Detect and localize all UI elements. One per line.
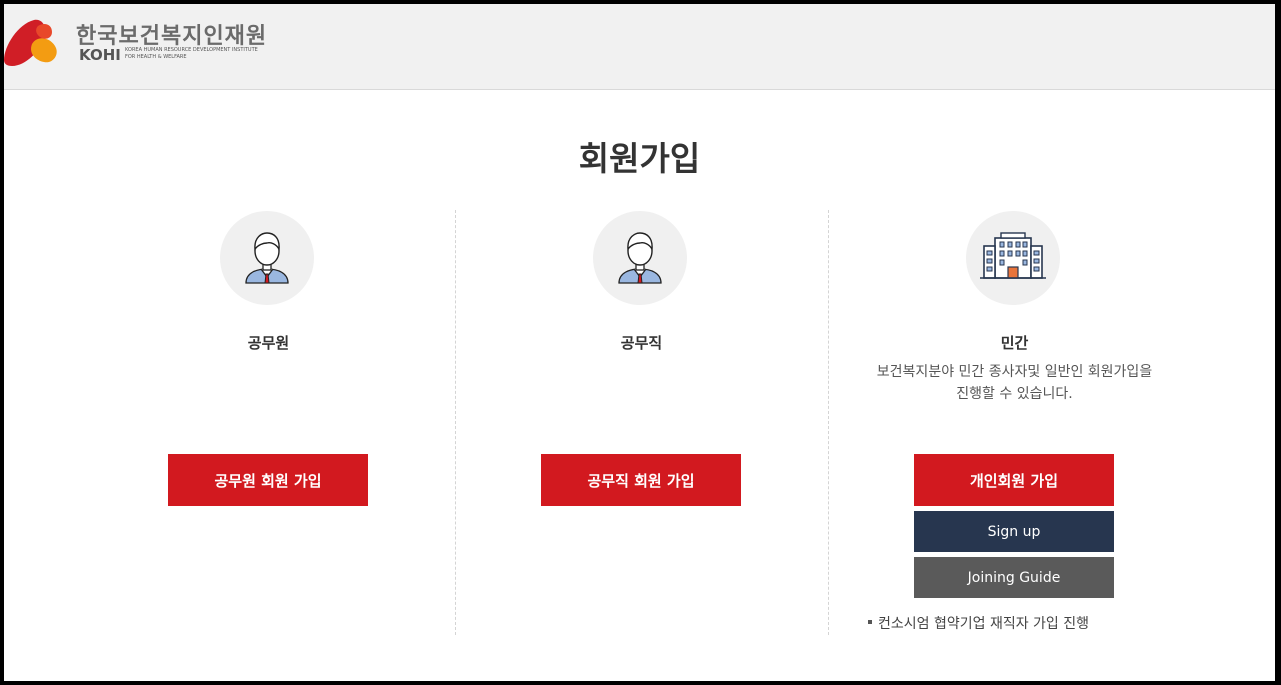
column-description: 보건복지분야 민간 종사자및 일반인 회원가입을 진행할 수 있습니다. <box>828 361 1201 405</box>
public-official-signup-button[interactable]: 공무원 회원 가입 <box>168 454 368 506</box>
member-type-public-service-worker: 공무직 공무직 회원 가입 <box>455 210 828 640</box>
individual-member-signup-button[interactable]: 개인회원 가입 <box>914 454 1114 506</box>
logo-subtitle-line2: FOR HEALTH & WELFARE <box>125 54 187 60</box>
site-header: 한국보건복지인재원 KOHI KOREA HUMAN RESOURCE DEVE… <box>4 4 1275 90</box>
description-line1: 보건복지분야 민간 종사자및 일반인 회원가입을 <box>876 364 1153 380</box>
member-type-private: 민간 보건복지분야 민간 종사자및 일반인 회원가입을 진행할 수 있습니다. … <box>828 210 1201 640</box>
column-title: 민간 <box>1000 334 1029 352</box>
person-icon <box>593 211 687 305</box>
person-icon <box>220 211 314 305</box>
logo-english-subtitle: KOREA HUMAN RESOURCE DEVELOPMENT INSTITU… <box>125 47 258 61</box>
public-service-worker-signup-button[interactable]: 공무직 회원 가입 <box>541 454 741 506</box>
note-text: 컨소시엄 협약기업 재직자 가입 진행 <box>878 616 1089 632</box>
sign-up-button[interactable]: Sign up <box>914 511 1114 552</box>
logo-subtitle-line1: KOREA HUMAN RESOURCE DEVELOPMENT INSTITU… <box>125 47 258 53</box>
kohi-logo[interactable]: 한국보건복지인재원 KOHI KOREA HUMAN RESOURCE DEVE… <box>4 16 274 72</box>
page-frame: 한국보건복지인재원 KOHI KOREA HUMAN RESOURCE DEVE… <box>4 4 1275 681</box>
page-title: 회원가입 <box>578 139 701 178</box>
member-type-public-official: 공무원 공무원 회원 가입 <box>82 210 455 640</box>
consortium-note: 컨소시엄 협약기업 재직자 가입 진행 <box>868 613 1089 633</box>
description-line2: 진행할 수 있습니다. <box>956 386 1073 402</box>
column-title: 공무원 <box>247 334 290 352</box>
kohi-logo-mark <box>4 19 57 66</box>
logo-english-acronym: KOHI <box>79 46 121 64</box>
column-title: 공무직 <box>620 334 663 352</box>
building-icon <box>966 211 1060 305</box>
joining-guide-button[interactable]: Joining Guide <box>914 557 1114 598</box>
bullet-icon <box>868 620 872 624</box>
